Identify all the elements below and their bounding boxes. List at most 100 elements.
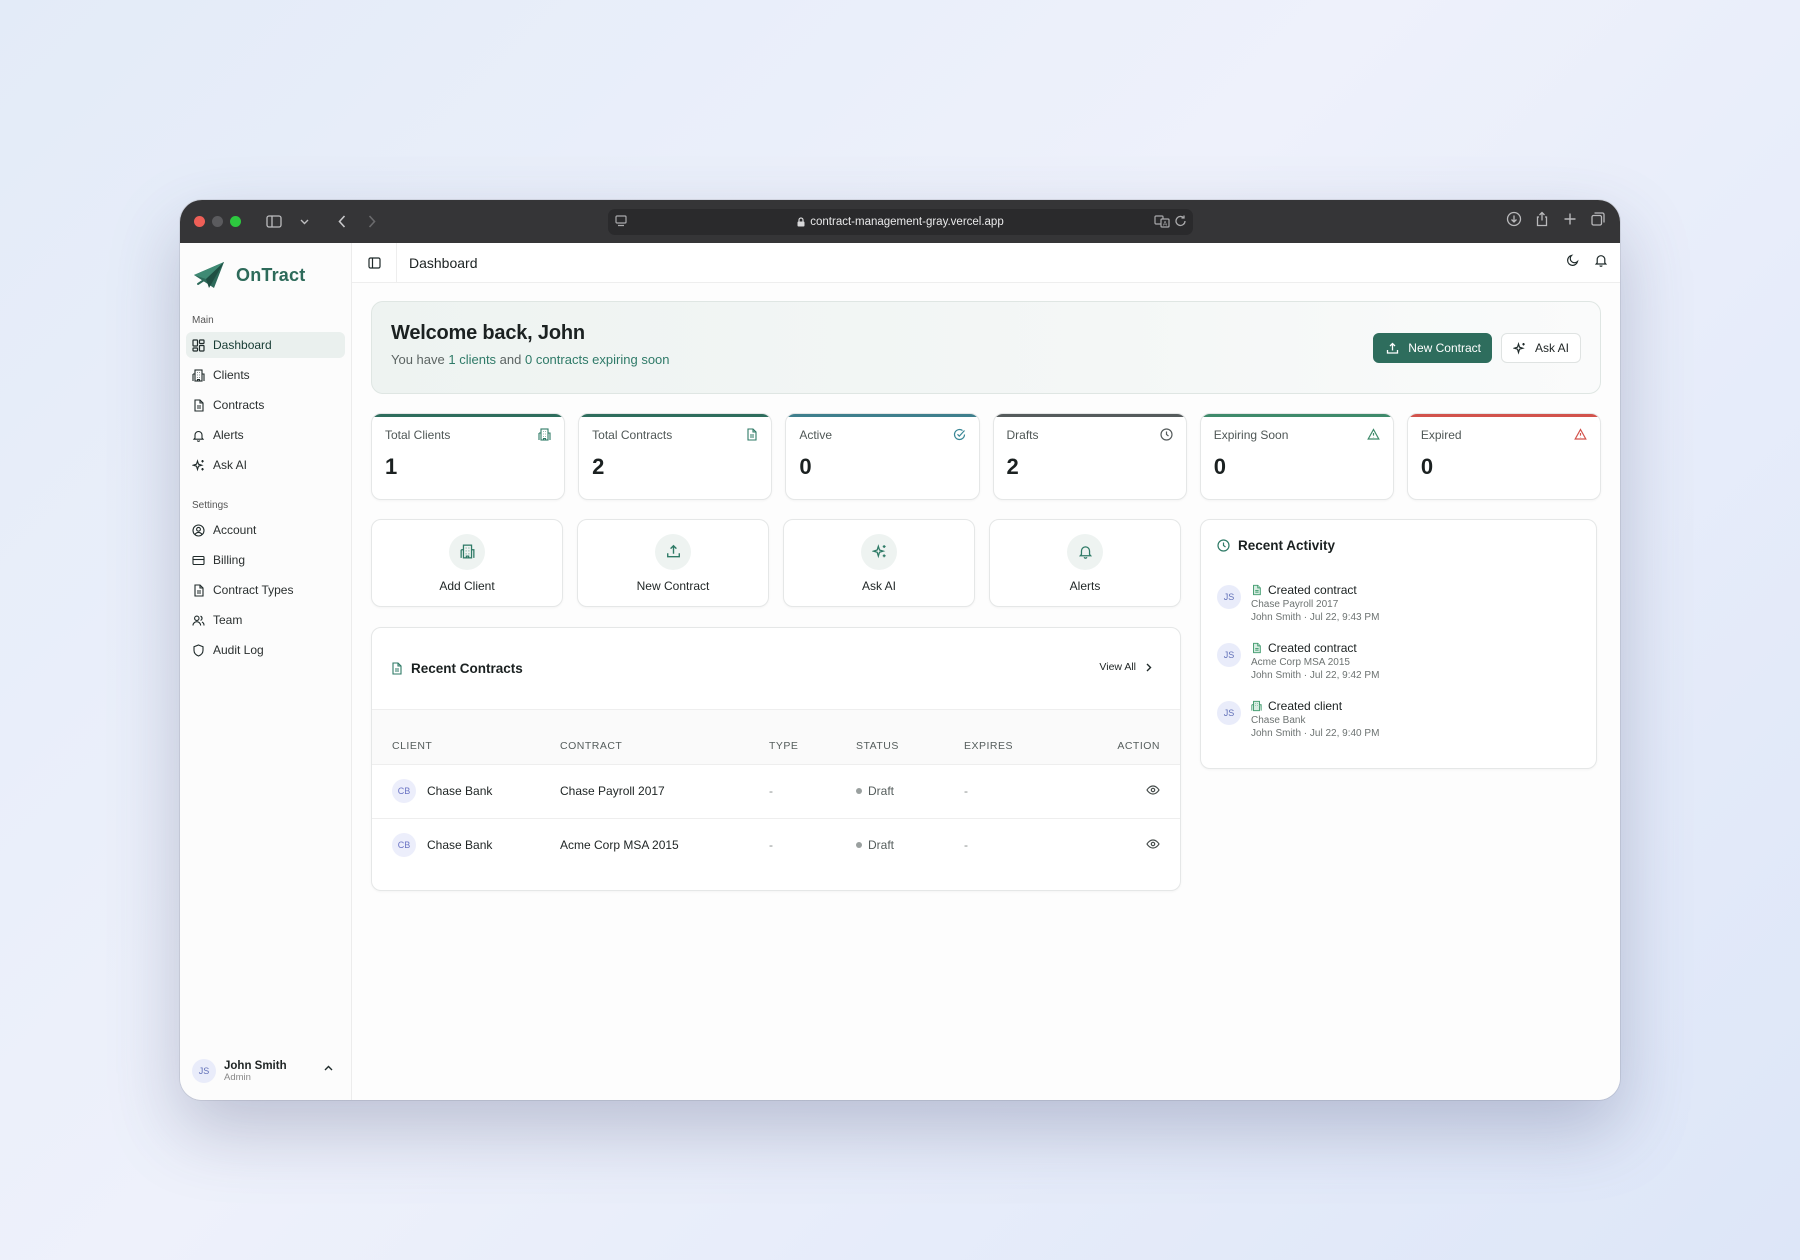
share-icon[interactable] xyxy=(1534,211,1550,227)
activity-action: Created contract xyxy=(1268,641,1357,655)
user-role: Admin xyxy=(224,1071,251,1083)
activity-item[interactable]: JS Created contract Chase Payroll 2017 J… xyxy=(1217,583,1580,625)
close-window-button[interactable] xyxy=(194,216,205,227)
brand-name: OnTract xyxy=(236,264,306,285)
sidebar-item-billing[interactable]: Billing xyxy=(186,547,345,573)
download-icon[interactable] xyxy=(1506,211,1522,227)
sidebar-item-audit-log[interactable]: Audit Log xyxy=(186,637,345,663)
status-badge: Draft xyxy=(856,784,964,798)
maximize-window-button[interactable] xyxy=(230,216,241,227)
clients-count-link[interactable]: 1 clients xyxy=(448,352,496,367)
stat-card-expiring-soon[interactable]: Expiring Soon 0 xyxy=(1199,413,1394,500)
status-dot xyxy=(856,788,862,794)
sidebar-item-contract-types[interactable]: Contract Types xyxy=(186,577,345,603)
table-row[interactable]: CB Chase Bank Chase Payroll 2017 - Draft… xyxy=(372,763,1180,818)
alerts-action[interactable]: Alerts xyxy=(989,519,1181,607)
page-menu-icon[interactable] xyxy=(614,214,628,228)
contract-expires: - xyxy=(964,817,1084,872)
notification-bell-icon[interactable] xyxy=(1594,253,1608,267)
recent-contracts-card: Recent Contracts View All CLIENT CONTRAC… xyxy=(371,627,1181,891)
sidebar-item-account[interactable]: Account xyxy=(186,517,345,543)
stat-value: 2 xyxy=(592,454,605,479)
dashboard-icon xyxy=(192,338,205,352)
window-controls xyxy=(194,216,241,227)
add-client-action[interactable]: Add Client xyxy=(371,519,563,607)
chevron-up-icon[interactable] xyxy=(324,1065,333,1071)
sidebar-item-ask-ai[interactable]: Ask AI xyxy=(186,452,345,478)
sidebar-toggle-icon[interactable] xyxy=(263,211,285,233)
translate-icon[interactable]: A xyxy=(1154,214,1170,228)
stat-label: Expiring Soon xyxy=(1213,428,1289,442)
contracts-table: CLIENT CONTRACT TYPE STATUS EXPIRES ACTI… xyxy=(372,710,1180,872)
status-label: Draft xyxy=(868,838,895,853)
bell-icon xyxy=(1067,533,1103,570)
main-area: Dashboard Welcome back, John You have 1 … xyxy=(352,242,1620,1100)
expiring-count-link[interactable]: 0 contracts expiring soon xyxy=(525,352,670,367)
stat-card-active[interactable]: Active 0 xyxy=(785,413,980,500)
sidebar-item-contracts[interactable]: Contracts xyxy=(186,392,345,418)
user-name: John Smith xyxy=(224,1059,287,1072)
activity-item[interactable]: JS Created contract Acme Corp MSA 2015 J… xyxy=(1217,641,1580,683)
ask-ai-action[interactable]: Ask AI xyxy=(783,519,975,607)
stat-label: Active xyxy=(799,428,833,442)
column-header: CLIENT xyxy=(372,710,560,764)
forward-arrow-icon[interactable] xyxy=(361,211,383,233)
client-name: Chase Bank xyxy=(427,784,493,798)
view-all-link[interactable]: View All xyxy=(1099,661,1152,673)
view-eye-icon[interactable] xyxy=(1146,785,1160,795)
contract-type: - xyxy=(769,763,856,818)
sparkle-icon xyxy=(861,533,897,570)
address-bar[interactable]: contract-management-gray.vercel.app A xyxy=(608,209,1193,235)
summary-middle: and xyxy=(496,352,525,367)
summary-prefix: You have xyxy=(391,352,449,367)
sparkle-icon xyxy=(192,458,205,472)
new-contract-action[interactable]: New Contract xyxy=(577,519,769,607)
status-label: Draft xyxy=(868,784,895,798)
user-menu[interactable]: JS John Smith Admin xyxy=(186,1054,345,1088)
stat-value: 0 xyxy=(1213,454,1226,479)
contract-name: Acme Corp MSA 2015 xyxy=(560,817,769,872)
action-label: Add Client xyxy=(439,578,495,593)
stat-card-expired[interactable]: Expired 0 xyxy=(1406,413,1602,500)
nav-group-settings-label: Settings xyxy=(192,500,229,511)
stat-label: Total Contracts xyxy=(592,428,673,442)
bell-icon xyxy=(192,429,205,442)
panel-toggle-icon[interactable] xyxy=(364,253,384,273)
new-tab-icon[interactable] xyxy=(1562,211,1578,227)
stats-row: Total Clients 1 Total Contracts 2 Active… xyxy=(371,413,1602,500)
stat-label: Drafts xyxy=(1006,428,1039,442)
view-eye-icon[interactable] xyxy=(1146,839,1160,849)
stat-label: Total Clients xyxy=(385,428,451,442)
building-icon xyxy=(192,368,205,382)
tab-overview-icon[interactable] xyxy=(1590,211,1606,227)
brand-logo[interactable]: OnTract xyxy=(186,257,345,293)
ask-ai-button[interactable]: Ask AI xyxy=(1500,333,1581,363)
top-header: Dashboard xyxy=(352,242,1620,283)
activity-meta: John Smith · Jul 22, 9:42 PM xyxy=(1251,670,1380,681)
new-contract-button[interactable]: New Contract xyxy=(1373,333,1492,363)
ask-ai-label: Ask AI xyxy=(1534,341,1569,355)
chevron-down-icon[interactable] xyxy=(293,211,315,233)
sidebar-item-team[interactable]: Team xyxy=(186,607,345,633)
document-icon xyxy=(1251,642,1262,654)
stat-card-total-clients[interactable]: Total Clients 1 xyxy=(371,413,566,500)
building-icon xyxy=(538,428,551,441)
stat-value: 0 xyxy=(799,454,812,479)
sidebar-item-clients[interactable]: Clients xyxy=(186,362,345,388)
table-row[interactable]: CB Chase Bank Acme Corp MSA 2015 - Draft… xyxy=(372,817,1180,872)
document-icon xyxy=(1251,584,1262,596)
stat-card-drafts[interactable]: Drafts 2 xyxy=(992,413,1187,500)
sidebar-item-label: Billing xyxy=(213,553,246,567)
minimize-window-button[interactable] xyxy=(212,216,223,227)
reload-icon[interactable] xyxy=(1174,214,1187,228)
app-shell: OnTract Main Dashboard Clients Contracts… xyxy=(180,242,1620,1100)
stat-card-total-contracts[interactable]: Total Contracts 2 xyxy=(578,413,773,500)
sidebar-item-dashboard[interactable]: Dashboard xyxy=(186,332,345,358)
header-divider xyxy=(396,242,397,283)
activity-item[interactable]: JS Created client Chase Bank John Smith … xyxy=(1217,699,1580,741)
sidebar-item-alerts[interactable]: Alerts xyxy=(186,422,345,448)
back-arrow-icon[interactable] xyxy=(331,211,353,233)
building-icon xyxy=(1251,700,1262,712)
moon-icon[interactable] xyxy=(1566,253,1580,267)
contract-expires: - xyxy=(964,763,1084,818)
